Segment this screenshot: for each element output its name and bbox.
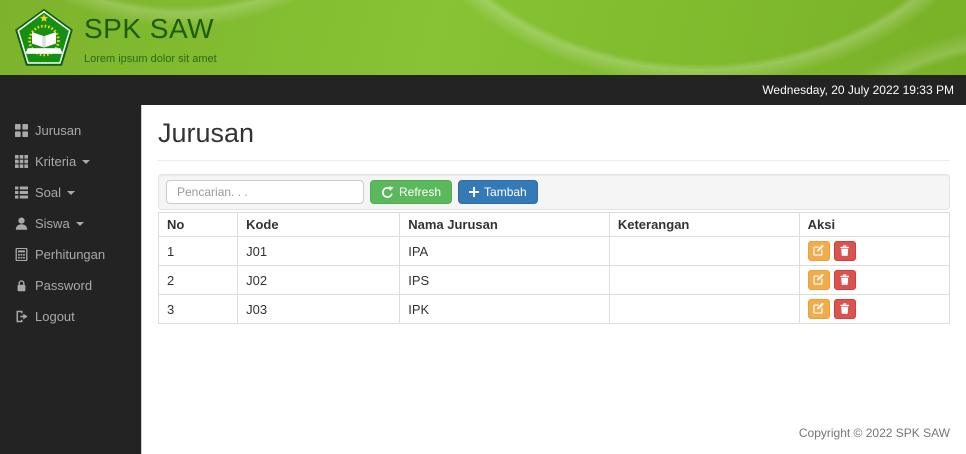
edit-icon	[813, 302, 825, 317]
edit-icon	[813, 244, 825, 259]
sidebar-item-label: Password	[35, 278, 93, 293]
sidebar-item-label: Kriteria	[35, 154, 77, 169]
toolbar: Refresh Tambah	[158, 174, 950, 210]
sidebar-item-label: Logout	[35, 309, 75, 324]
sidebar-item-label: Perhitungan	[35, 247, 106, 262]
cell-nama-jurusan: IPS	[399, 265, 610, 295]
sidebar-item-siswa[interactable]: Siswa	[0, 208, 141, 239]
delete-button[interactable]	[833, 270, 856, 290]
column-header-no: No	[157, 212, 239, 237]
refresh-button-label: Refresh	[399, 185, 442, 199]
brand-block: SPK SAW Lorem ipsum dolor sit amet	[84, 13, 217, 65]
trash-icon	[839, 302, 850, 317]
column-header-kode: Kode	[237, 212, 401, 237]
sidebar-item-label: Soal	[35, 185, 62, 200]
cell-kode: J02	[237, 265, 401, 295]
refresh-button[interactable]: Refresh	[370, 180, 453, 204]
edit-button[interactable]	[807, 241, 830, 261]
trash-icon	[839, 273, 850, 288]
cell-no: 3	[157, 294, 239, 324]
calculator-icon	[15, 248, 28, 261]
logout-icon	[15, 310, 28, 323]
cell-kode: J03	[237, 294, 401, 324]
delete-button[interactable]	[833, 299, 856, 319]
cell-keterangan	[608, 265, 800, 295]
app-title: SPK SAW	[84, 13, 215, 44]
add-button-label: Tambah	[484, 185, 527, 199]
page-title: Jurusan	[158, 118, 950, 161]
chevron-down-icon	[75, 221, 84, 226]
user-icon	[15, 217, 28, 230]
th-large-icon	[15, 124, 28, 137]
sidebar-item-label: Jurusan	[35, 123, 82, 138]
sidebar-item-password[interactable]: Password	[0, 270, 141, 301]
sidebar-item-jurusan[interactable]: Jurusan	[0, 115, 141, 146]
chevron-down-icon	[82, 159, 91, 164]
cell-nama-jurusan: IPK	[399, 294, 610, 324]
table-row: 1 J01 IPA	[157, 236, 951, 266]
app-header: SPK SAW Lorem ipsum dolor sit amet	[0, 0, 966, 75]
sidebar-item-label: Siswa	[35, 216, 70, 231]
main-content: Jurusan Refresh Tambah	[141, 105, 966, 454]
table-row: 2 J02 IPS	[157, 265, 951, 295]
sidebar-item-logout[interactable]: Logout	[0, 301, 141, 332]
plus-icon	[469, 187, 480, 197]
cell-kode: J01	[237, 236, 401, 266]
cell-no: 2	[157, 265, 239, 295]
trash-icon	[839, 244, 850, 259]
copyright-text: Copyright © 2022 SPK SAW	[798, 426, 950, 440]
sidebar-item-perhitungan[interactable]: Perhitungan	[0, 239, 141, 270]
datetime-text: Wednesday, 20 July 2022 19:33 PM	[762, 83, 954, 97]
column-header-aksi: Aksi	[798, 212, 951, 237]
cell-no: 1	[157, 236, 239, 266]
cell-nama-jurusan: IPA	[399, 236, 610, 266]
app-subtitle: Lorem ipsum dolor sit amet	[84, 53, 217, 65]
sidebar-item-soal[interactable]: Soal	[0, 177, 141, 208]
sidebar-item-kriteria[interactable]: Kriteria	[0, 146, 141, 177]
edit-button[interactable]	[807, 299, 830, 319]
add-button[interactable]: Tambah	[458, 180, 538, 204]
datetime-bar: Wednesday, 20 July 2022 19:33 PM	[0, 75, 966, 105]
jurusan-table: No Kode Nama Jurusan Keterangan Aksi 1 J…	[157, 212, 951, 324]
edit-button[interactable]	[807, 270, 830, 290]
search-input[interactable]	[166, 180, 364, 204]
delete-button[interactable]	[833, 241, 856, 261]
column-header-keterangan: Keterangan	[608, 212, 800, 237]
table-row: 3 J03 IPK	[157, 294, 951, 324]
edit-icon	[813, 273, 825, 288]
chevron-down-icon	[67, 190, 76, 195]
table-header-row: No Kode Nama Jurusan Keterangan Aksi	[157, 212, 951, 237]
column-header-nama-jurusan: Nama Jurusan	[399, 212, 610, 237]
kemenag-logo-icon	[15, 8, 73, 66]
lock-icon	[15, 279, 28, 292]
refresh-icon	[381, 185, 394, 199]
th-grid-icon	[15, 155, 28, 168]
sidebar: Jurusan Kriteria Soal Siswa Perhitungan …	[0, 105, 141, 454]
th-list-icon	[15, 186, 28, 199]
cell-keterangan	[608, 236, 800, 266]
cell-keterangan	[608, 294, 800, 324]
